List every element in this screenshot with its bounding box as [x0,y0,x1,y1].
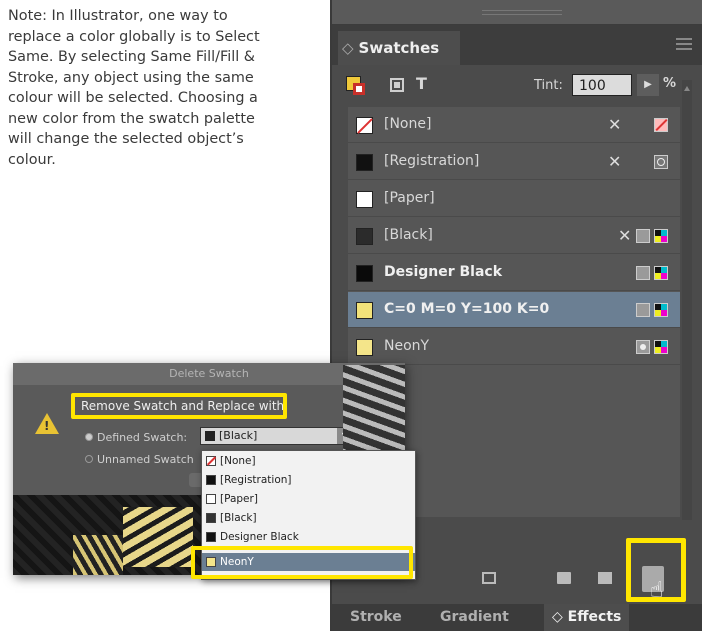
swatch-row-designer-black[interactable]: Designer Black [348,255,680,291]
swatch-name: C=0 M=0 Y=100 K=0 [384,301,550,317]
dropdown-item-label: Designer Black [220,531,299,543]
note-line: colour will be selected. Choosing a [8,90,258,106]
scroll-up-icon[interactable] [684,86,690,91]
tab-swatches[interactable]: ◇ Swatches [338,31,460,65]
swatch-chip [206,532,216,542]
cmyk-icon [654,266,668,280]
tab-swatches-label: Swatches [358,39,440,57]
tab-stroke[interactable]: Stroke [350,604,402,631]
collapse-icon: ◇ [552,609,568,625]
swatch-chip [356,154,373,171]
swatch-row-registration[interactable]: [Registration] ✕ [348,144,680,180]
collapse-icon[interactable]: ◇ [342,39,354,57]
swatch-name: [Paper] [384,190,435,206]
dropdown-item-label: [Registration] [220,474,292,486]
warning-mark: ! [44,419,50,433]
registration-icon [654,155,668,169]
cmyk-icon [654,229,668,243]
process-icon [636,266,650,280]
swatch-row-neony[interactable]: NeonY [348,329,680,365]
note-line: will change the selected object’s [8,131,244,147]
dropdown-item-label: [Paper] [220,493,258,505]
note-text: Note: In Illustrator, one way to replace… [8,6,308,170]
swatch-chip [356,117,373,134]
fill-stroke-icon[interactable] [346,76,368,98]
bottom-tabs: Stroke Gradient ◇ Effects [332,604,702,631]
text-format-icon[interactable]: T [416,74,427,93]
folder-icon[interactable] [557,572,571,584]
cmyk-icon [654,303,668,317]
tab-effects-label: Effects [567,609,622,625]
dropdown-item[interactable]: [Registration] [202,471,415,489]
dropdown-item-label: [None] [220,455,256,467]
tab-gradient[interactable]: Gradient [440,604,509,631]
panel-drag-bar[interactable] [332,0,702,25]
dropdown-item-label: [Black] [220,512,257,524]
scrollbar[interactable] [682,80,692,520]
swatch-toolrow: T Tint: 100 ▶ % [332,68,702,104]
note-line: replace a color globally is to Select [8,28,260,45]
cmyk-icon [654,340,668,354]
swatch-chip [356,302,373,319]
dropdown-item[interactable]: [Black] [202,509,415,527]
note-line: new color from the swatch palette [8,110,255,127]
swatch-chip [206,513,216,523]
grip-icon [482,10,562,15]
swatch-chip [205,431,215,441]
dropdown-item[interactable]: Designer Black [202,528,415,546]
swatch-chip [356,265,373,282]
unnamed-swatch-radio[interactable] [85,455,93,463]
process-icon [636,229,650,243]
defined-swatch-label: Defined Swatch: [97,431,188,444]
noedit-icon: ✕ [608,115,622,134]
note-line: Same. By selecting Same Fill/Fill & [8,49,256,65]
note-line: colour. [8,151,56,168]
highlight-remove-label [71,393,287,419]
swatch-name: NeonY [384,338,430,354]
tab-effects[interactable]: ◇ Effects [544,604,630,631]
swatch-name: [None] [384,116,432,132]
panel-menu-icon[interactable] [676,38,692,50]
spot-icon [636,340,650,354]
dropdown-item[interactable]: [None] [202,452,415,470]
highlight-neony [191,546,413,579]
container-format-icon[interactable] [390,78,404,92]
tint-percent: % [663,76,677,91]
panel-tabbar: ◇ Swatches [332,25,702,65]
swatch-library-icon[interactable] [482,572,496,584]
swatch-name: [Black] [384,227,433,243]
swatch-name: Designer Black [384,264,503,280]
swatch-chip [356,228,373,245]
swatch-chip [206,456,216,466]
none-type-icon [654,118,668,132]
swatch-row-yellow[interactable]: C=0 M=0 Y=100 K=0 [348,292,680,328]
note-line: Note: In Illustrator, one way to [8,8,228,24]
swatch-chip [206,475,216,485]
noedit-icon: ✕ [618,226,632,245]
note-line: Stroke, any object using the same [8,69,254,86]
hand-cursor-icon: ☝ [650,578,664,603]
tint-label: Tint: [534,78,563,93]
defined-swatch-select[interactable]: [Black] ▼ [200,427,354,445]
unnamed-swatch-label: Unnamed Swatch [97,453,194,466]
swatch-row-black[interactable]: [Black] ✕ [348,218,680,254]
noedit-icon: ✕ [608,152,622,171]
swatch-name: [Registration] [384,153,480,169]
tint-arrow-icon[interactable]: ▶ [637,74,659,96]
swatch-row-paper[interactable]: [Paper] [348,181,680,217]
swatch-chip [356,339,373,356]
tint-input[interactable]: 100 [572,74,632,96]
swatch-chip [206,494,216,504]
dropdown-item[interactable]: [Paper] [202,490,415,508]
new-swatch-icon[interactable] [598,572,612,584]
swatch-chip [356,191,373,208]
process-icon [636,303,650,317]
swatch-row-none[interactable]: [None] ✕ [348,107,680,143]
selected-swatch-value: [Black] [219,429,258,442]
defined-swatch-radio[interactable] [85,433,93,441]
